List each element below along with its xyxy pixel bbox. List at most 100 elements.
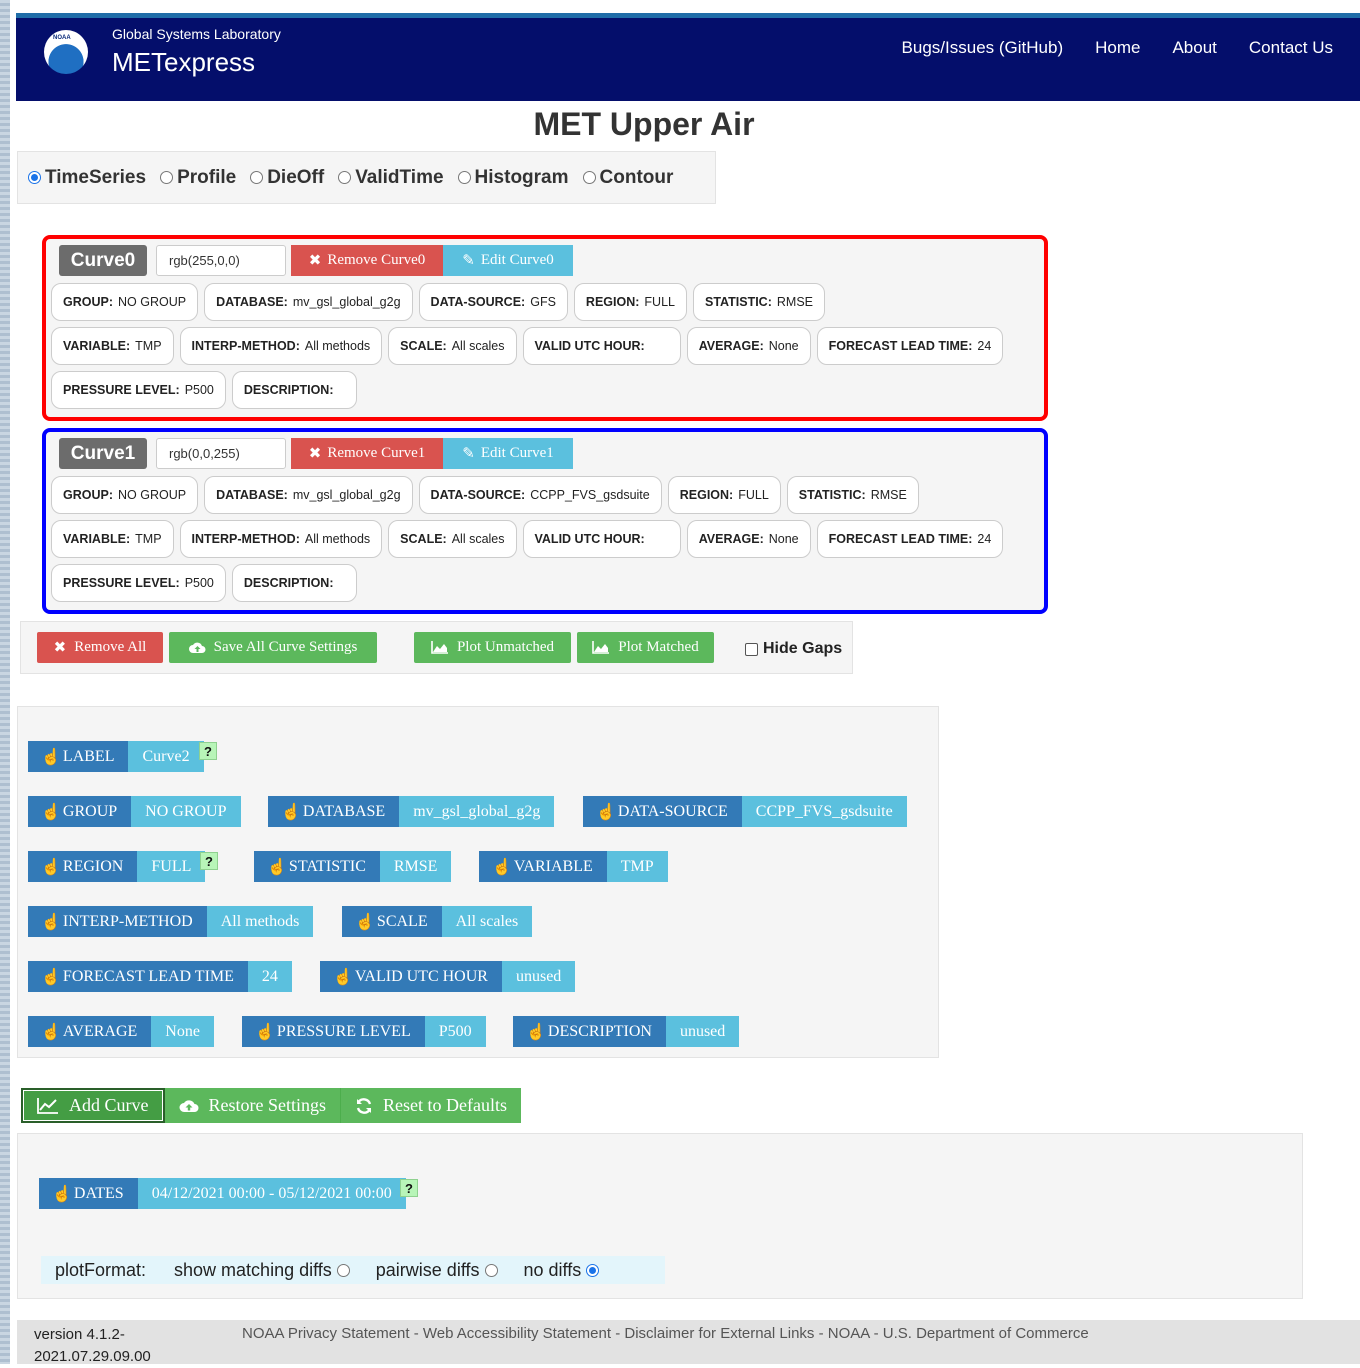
selector-data-source[interactable]: ☝ DATA-SOURCE CCPP_FVS_gsdsuite [583, 796, 907, 827]
selector-key[interactable]: ☝ AVERAGE [28, 1016, 152, 1047]
selector-scale[interactable]: ☝ SCALE All scales [342, 906, 533, 937]
curve-color-input[interactable]: rgb(255,0,0) [156, 245, 286, 276]
selector-key[interactable]: ☝ FORECAST LEAD TIME [28, 961, 248, 992]
plot-type-histogram[interactable]: Histogram [457, 167, 569, 189]
radio-icon[interactable] [28, 171, 41, 184]
selector-value[interactable]: Curve2 [128, 741, 204, 772]
selector-key[interactable]: ☝ SCALE [342, 906, 442, 937]
curve-param-statistic[interactable]: STATISTIC: RMSE [786, 476, 919, 514]
curve-param-scale[interactable]: SCALE: All scales [388, 327, 517, 365]
selector-value[interactable]: mv_gsl_global_g2g [399, 796, 555, 827]
curve-param-group[interactable]: GROUP: NO GROUP [51, 476, 199, 514]
footer-links[interactable]: NOAA Privacy Statement - Web Accessibili… [242, 1325, 1089, 1342]
curve-param-region[interactable]: REGION: FULL [573, 283, 687, 321]
selector-value[interactable]: unused [501, 961, 576, 992]
curve-param-valid-utc-hour[interactable]: VALID UTC HOUR: [522, 327, 681, 365]
curve-param-interp-method[interactable]: INTERP-METHOD: All methods [179, 520, 383, 558]
selector-value[interactable]: 04/12/2021 00:00 - 05/12/2021 00:00 [137, 1178, 406, 1209]
nav-link-contact[interactable]: Contact Us [1249, 38, 1333, 58]
selector-average[interactable]: ☝ AVERAGE None [28, 1016, 214, 1047]
plot-matched-button[interactable]: Plot Matched [577, 632, 714, 663]
selector-key[interactable]: ☝ PRESSURE LEVEL [242, 1016, 425, 1047]
restore-settings-button[interactable]: Restore Settings [164, 1088, 340, 1123]
selector-value[interactable]: unused [665, 1016, 740, 1047]
selector-dates[interactable]: ☝ DATES 04/12/2021 00:00 - 05/12/2021 00:0… [39, 1178, 406, 1209]
nav-link-home[interactable]: Home [1095, 38, 1140, 58]
curve-param-interp-method[interactable]: INTERP-METHOD: All methods [179, 327, 383, 365]
curve-param-pressure-level[interactable]: PRESSURE LEVEL: P500 [51, 564, 226, 602]
selector-value[interactable]: 24 [247, 961, 292, 992]
radio-icon[interactable] [582, 171, 596, 184]
help-icon[interactable]: ? [200, 852, 218, 870]
curve-param-variable[interactable]: VARIABLE: TMP [51, 520, 174, 558]
plot-type-timeseries[interactable]: TimeSeries [28, 167, 146, 189]
plot-type-profile[interactable]: Profile [160, 167, 236, 189]
edit-curve-button[interactable]: ✎ Edit Curve1 [443, 438, 573, 469]
selector-key[interactable]: ☝ REGION [28, 851, 138, 882]
edit-curve-button[interactable]: ✎ Edit Curve0 [443, 245, 573, 276]
selector-region[interactable]: ☝ REGION FULL [28, 851, 206, 882]
radio-icon[interactable] [160, 171, 174, 184]
plot-unmatched-button[interactable]: Plot Unmatched [414, 632, 571, 663]
plot-format-pairwise-diffs[interactable]: pairwise diffs [376, 1260, 498, 1281]
nav-link-about[interactable]: About [1172, 38, 1216, 58]
selector-variable[interactable]: ☝ VARIABLE TMP [479, 851, 668, 882]
checkbox-icon[interactable] [745, 642, 758, 656]
selector-label[interactable]: ☝ LABEL Curve2 [28, 741, 204, 772]
curve-param-pressure-level[interactable]: PRESSURE LEVEL: P500 [51, 371, 226, 409]
curve-param-database[interactable]: DATABASE: mv_gsl_global_g2g [204, 476, 413, 514]
curve-param-scale[interactable]: SCALE: All scales [388, 520, 517, 558]
curve-color-input[interactable]: rgb(0,0,255) [156, 438, 286, 469]
selector-value[interactable]: RMSE [379, 851, 452, 882]
radio-icon[interactable] [336, 1263, 350, 1277]
curve-param-region[interactable]: REGION: FULL [667, 476, 781, 514]
remove-curve-button[interactable]: ✖ Remove Curve0 [291, 245, 443, 276]
curve-param-forecast-lead[interactable]: FORECAST LEAD TIME: 24 [816, 520, 1004, 558]
selector-value[interactable]: All scales [441, 906, 533, 937]
help-icon[interactable]: ? [199, 742, 217, 760]
selector-key[interactable]: ☝ LABEL [28, 741, 129, 772]
curve-param-data-source[interactable]: DATA-SOURCE: CCPP_FVS_gsdsuite [418, 476, 662, 514]
selector-statistic[interactable]: ☝ STATISTIC RMSE [254, 851, 452, 882]
plot-type-validtime[interactable]: ValidTime [338, 167, 444, 189]
radio-icon[interactable] [338, 171, 352, 184]
curve-param-group[interactable]: GROUP: NO GROUP [51, 283, 199, 321]
selector-pressure-level[interactable]: ☝ PRESSURE LEVEL P500 [242, 1016, 486, 1047]
curve-param-statistic[interactable]: STATISTIC: RMSE [692, 283, 825, 321]
selector-interp-method[interactable]: ☝ INTERP-METHOD All methods [28, 906, 314, 937]
selector-group[interactable]: ☝ GROUP NO GROUP [28, 796, 241, 827]
radio-icon[interactable] [484, 1263, 498, 1277]
radio-icon[interactable] [586, 1263, 600, 1277]
selector-key[interactable]: ☝ DESCRIPTION [513, 1016, 666, 1047]
remove-curve-button[interactable]: ✖ Remove Curve1 [291, 438, 443, 469]
selector-key[interactable]: ☝ VARIABLE [479, 851, 607, 882]
selector-value[interactable]: None [151, 1016, 214, 1047]
plot-format-no-diffs[interactable]: no diffs [524, 1260, 600, 1281]
selector-key[interactable]: ☝ VALID UTC HOUR [320, 961, 502, 992]
selector-description[interactable]: ☝ DESCRIPTION unused [513, 1016, 740, 1047]
save-all-settings-button[interactable]: Save All Curve Settings [169, 632, 377, 663]
curve-param-valid-utc-hour[interactable]: VALID UTC HOUR: [522, 520, 681, 558]
selector-value[interactable]: TMP [606, 851, 668, 882]
selector-key[interactable]: ☝ STATISTIC [254, 851, 380, 882]
curve-param-database[interactable]: DATABASE: mv_gsl_global_g2g [204, 283, 413, 321]
noaa-logo-icon[interactable]: NOAA [44, 30, 88, 74]
radio-icon[interactable] [457, 171, 471, 184]
selector-key[interactable]: ☝ DATA-SOURCE [583, 796, 742, 827]
curve-param-description[interactable]: DESCRIPTION: [231, 371, 358, 409]
curve-param-description[interactable]: DESCRIPTION: [231, 564, 358, 602]
add-curve-button[interactable]: Add Curve [21, 1088, 165, 1123]
plot-type-dieoff[interactable]: DieOff [250, 167, 324, 189]
reset-defaults-button[interactable]: Reset to Defaults [340, 1088, 521, 1123]
selector-forecast-lead-time[interactable]: ☝ FORECAST LEAD TIME 24 [28, 961, 292, 992]
selector-key[interactable]: ☝ INTERP-METHOD [28, 906, 207, 937]
hide-gaps-checkbox[interactable]: Hide Gaps [745, 640, 842, 658]
selector-value[interactable]: NO GROUP [131, 796, 241, 827]
help-icon[interactable]: ? [400, 1179, 418, 1197]
selector-key[interactable]: ☝ DATABASE [268, 796, 400, 827]
selector-key[interactable]: ☝ GROUP [28, 796, 132, 827]
app-name[interactable]: METexpress [112, 47, 255, 78]
selector-database[interactable]: ☝ DATABASE mv_gsl_global_g2g [268, 796, 555, 827]
selector-value[interactable]: P500 [424, 1016, 486, 1047]
curve-param-forecast-lead[interactable]: FORECAST LEAD TIME: 24 [816, 327, 1004, 365]
